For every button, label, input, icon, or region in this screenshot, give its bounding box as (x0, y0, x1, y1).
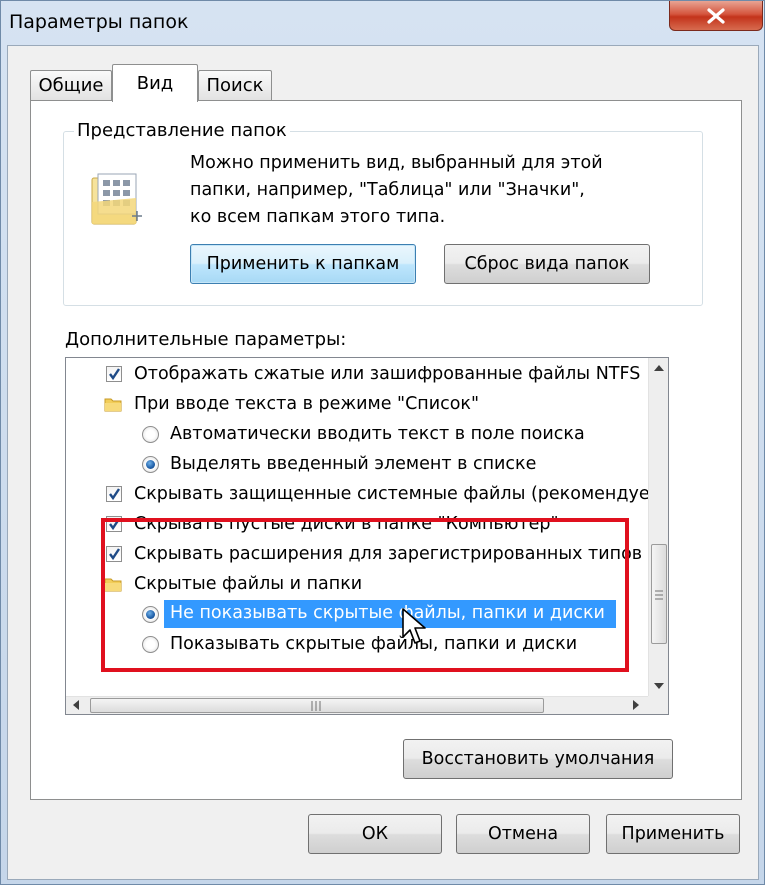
tab-general[interactable]: Общие (30, 70, 112, 100)
mouse-cursor-icon (402, 608, 426, 644)
checkmark-icon (109, 368, 120, 381)
vertical-scroll-thumb[interactable] (651, 544, 667, 644)
dialog-client-area: Общие Вид Поиск Представление папок Можн… (7, 45, 759, 880)
chevron-down-icon (654, 683, 664, 689)
button-label: Применить к папкам (206, 254, 400, 274)
reset-folders-button[interactable]: Сброс вида папок (444, 244, 650, 284)
checkbox[interactable] (106, 366, 122, 382)
tab-label: Вид (136, 73, 174, 94)
advanced-settings-label: Дополнительные параметры: (65, 329, 347, 350)
horizontal-scroll-thumb[interactable] (90, 698, 544, 713)
tab-view[interactable]: Вид (112, 64, 198, 102)
scroll-left-button[interactable] (66, 696, 86, 714)
folder-icon (104, 398, 122, 412)
chevron-left-icon (73, 700, 79, 710)
tree-item-label: Отображать сжатые или зашифрованные файл… (134, 364, 641, 384)
checkbox[interactable] (106, 486, 122, 502)
horizontal-scrollbar[interactable] (66, 696, 648, 714)
scrollbar-corner (648, 696, 668, 714)
group-legend: Представление папок (74, 120, 290, 141)
tab-label: Поиск (206, 75, 264, 96)
folder-views-description: Можно применить вид, выбранный для этой … (190, 150, 690, 231)
chevron-up-icon (654, 365, 664, 371)
description-line: ко всем папкам этого типа. (190, 207, 446, 227)
tree-item-label: При вводе текста в режиме "Список" (134, 394, 480, 414)
window-title: Параметры папок (9, 11, 189, 33)
close-button[interactable] (669, 1, 763, 31)
tree-item-select-typed[interactable]: Выделять введенный элемент в списке (66, 450, 646, 480)
radio-button[interactable] (142, 426, 159, 443)
title-bar[interactable]: Параметры папок (1, 1, 764, 45)
checkmark-icon (109, 488, 120, 501)
description-line: Можно применить вид, выбранный для этой (190, 153, 603, 173)
folder-options-dialog: Параметры папок Общие Вид Поиск Представ… (0, 0, 765, 885)
tree-item-hide-protected[interactable]: Скрывать защищенные системные файлы (рек… (66, 480, 668, 510)
grip-icon (655, 590, 663, 600)
ok-button[interactable]: ОК (308, 814, 442, 854)
restore-defaults-button[interactable]: Восстановить умолчания (403, 739, 673, 779)
radio-button[interactable] (142, 456, 159, 473)
button-label: ОК (361, 824, 389, 844)
button-label: Сброс вида папок (464, 254, 630, 274)
tab-search[interactable]: Поиск (198, 70, 272, 100)
close-icon (707, 7, 725, 24)
chevron-right-icon (633, 700, 639, 710)
tree-group-list-typing: При вводе текста в режиме "Список" (66, 390, 646, 420)
grip-icon (311, 701, 321, 711)
button-label: Отмена (487, 824, 559, 844)
scroll-right-button[interactable] (626, 696, 646, 714)
radio-dot (146, 460, 155, 469)
apply-to-folders-button[interactable]: Применить к папкам (190, 244, 416, 284)
annotation-highlight-box (101, 518, 629, 672)
view-tab-panel: Представление папок Можно применить вид,… (30, 100, 742, 800)
apply-button[interactable]: Применить (606, 814, 740, 854)
button-label: Восстановить умолчания (421, 749, 655, 769)
folder-views-group: Представление папок Можно применить вид,… (63, 120, 703, 306)
tree-item-auto-type-search[interactable]: Автоматически вводить текст в поле поиск… (66, 420, 646, 450)
tree-item-show-encrypted[interactable]: Отображать сжатые или зашифрованные файл… (66, 360, 646, 390)
scroll-down-button[interactable] (649, 676, 668, 696)
button-label: Применить (621, 824, 725, 844)
cancel-button[interactable]: Отмена (456, 814, 590, 854)
description-line: папки, например, "Таблица" или "Значки", (190, 180, 585, 200)
tree-item-label: Выделять введенный элемент в списке (170, 454, 537, 474)
folder-view-icon (91, 173, 142, 225)
tree-item-label: Автоматически вводить текст в поле поиск… (170, 424, 585, 444)
tab-label: Общие (38, 75, 104, 96)
tree-item-label: Скрывать защищенные системные файлы (рек… (134, 484, 669, 504)
vertical-scrollbar[interactable] (648, 358, 668, 696)
scroll-up-button[interactable] (649, 358, 668, 378)
